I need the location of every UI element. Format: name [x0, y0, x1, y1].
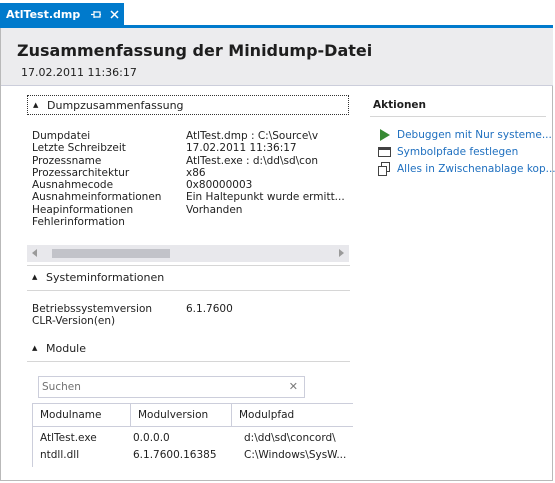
- kv-row: CLR-Version(en): [32, 315, 347, 327]
- cell-module-path: d:\dd\sd\concord\: [244, 432, 336, 444]
- system-info-list: Betriebssystemversion 6.1.7600 CLR-Versio…: [32, 303, 347, 328]
- kv-key: Ausnahmecode: [32, 179, 114, 192]
- kv-value: 17.02.2011 11:36:17: [186, 142, 297, 155]
- kv-value: 6.1.7600: [186, 303, 233, 315]
- close-icon[interactable]: [107, 6, 121, 22]
- actions-title: Aktionen: [373, 99, 427, 111]
- action-label[interactable]: Debuggen mit Nur systeme...: [397, 129, 552, 141]
- kv-value: 0x80000003: [186, 179, 253, 192]
- kv-row: Ausnahmeinformationen Ein Haltepunkt wurd…: [32, 191, 347, 203]
- table-row[interactable]: ntdll.dll 6.1.7600.16385 C:\Windows\SysW…: [33, 447, 353, 463]
- cell-module-name: ntdll.dll: [40, 449, 80, 461]
- kv-key: Letzte Schreibzeit: [32, 142, 126, 155]
- collapse-chevron-icon: ▲: [32, 273, 38, 281]
- collapse-chevron-icon: ▲: [33, 101, 39, 109]
- scroll-left-icon[interactable]: [32, 249, 37, 257]
- document-tab[interactable]: AtlTest.dmp: [0, 3, 124, 25]
- kv-value: Vorhanden: [186, 203, 243, 216]
- kv-row: Ausnahmecode 0x80000003: [32, 179, 347, 191]
- kv-value: x86: [186, 166, 206, 179]
- kv-row: Prozessarchitektur x86: [32, 167, 347, 179]
- folder-icon: [378, 145, 392, 159]
- kv-key: Prozessarchitektur: [32, 166, 130, 179]
- kv-value: AtlTest.dmp : C:\Source\v: [186, 130, 319, 142]
- action-set-symbol-paths[interactable]: Symbolpfade festlegen: [378, 144, 518, 160]
- pin-icon[interactable]: [89, 7, 103, 21]
- module-table: Modulname Modulversion Modulpfad AtlTest…: [32, 403, 353, 467]
- cell-module-version: 0.0.0.0: [133, 432, 170, 444]
- section-divider: [27, 361, 350, 362]
- cell-module-name: AtlTest.exe: [40, 432, 97, 444]
- action-label[interactable]: Alles in Zwischenablage kop...: [397, 163, 555, 175]
- kv-key: Ausnahmeinformationen: [32, 191, 162, 204]
- action-debug-native[interactable]: Debuggen mit Nur systeme...: [378, 127, 552, 143]
- clear-search-icon[interactable]: ✕: [289, 380, 298, 393]
- scrollbar-thumb[interactable]: [52, 249, 170, 258]
- kv-value: AtlTest.exe : d:\dd\sd\con: [186, 154, 319, 167]
- cell-module-path: C:\Windows\SysW...: [244, 449, 347, 461]
- kv-row: Heapinformationen Vorhanden: [32, 204, 347, 216]
- action-copy-all[interactable]: Alles in Zwischenablage kop...: [378, 161, 555, 177]
- section-dump-summary-label: Dumpzusammenfassung: [47, 98, 184, 112]
- page-date: 17.02.2011 11:36:17: [21, 66, 137, 79]
- kv-row: Prozessname AtlTest.exe : d:\dd\sd\con: [32, 155, 347, 167]
- section-dump-summary-header[interactable]: ▲ Dumpzusammenfassung: [27, 95, 349, 115]
- kv-key: CLR-Version(en): [32, 315, 116, 328]
- module-search-input[interactable]: [42, 380, 278, 394]
- kv-key: Dumpdatei: [32, 130, 91, 142]
- module-search-box[interactable]: ✕: [38, 376, 305, 398]
- page-title: Zusammenfassung der Minidump-Datei: [17, 41, 373, 60]
- table-row[interactable]: AtlTest.exe 0.0.0.0 d:\dd\sd\concord\: [33, 430, 353, 446]
- column-header-module-name[interactable]: Modulname: [33, 404, 131, 426]
- dump-summary-list: Dumpdatei AtlTest.dmp : C:\Source\v Letzt…: [32, 130, 347, 228]
- play-icon: [378, 128, 392, 142]
- table-header: Modulname Modulversion Modulpfad: [33, 403, 353, 427]
- kv-row: Dumpdatei AtlTest.dmp : C:\Source\v: [32, 130, 347, 142]
- kv-row: Fehlerinformation: [32, 216, 347, 228]
- collapse-chevron-icon: ▲: [32, 344, 38, 352]
- section-divider: [27, 265, 350, 266]
- tab-strip: AtlTest.dmp: [0, 0, 555, 28]
- column-header-module-path[interactable]: Modulpfad: [232, 404, 353, 426]
- section-modules-header[interactable]: ▲ Module: [27, 338, 86, 358]
- kv-row: Letzte Schreibzeit 17.02.2011 11:36:17: [32, 142, 347, 154]
- kv-key: Prozessname: [32, 154, 102, 167]
- section-system-info-label: Systeminformationen: [46, 270, 165, 284]
- section-system-info-header[interactable]: ▲ Systeminformationen: [27, 267, 164, 287]
- summary-header: Zusammenfassung der Minidump-Datei 17.02…: [1, 28, 553, 86]
- action-label[interactable]: Symbolpfade festlegen: [397, 146, 518, 158]
- section-divider: [27, 290, 350, 291]
- horizontal-scrollbar[interactable]: [27, 245, 349, 262]
- kv-key: Betriebssystemversion: [32, 303, 153, 315]
- kv-value: Ein Haltepunkt wurde ermitt...: [186, 191, 345, 204]
- cell-module-version: 6.1.7600.16385: [133, 449, 217, 461]
- copy-icon: [378, 162, 392, 176]
- kv-row: Betriebssystemversion 6.1.7600: [32, 303, 347, 315]
- kv-key: Fehlerinformation: [32, 216, 125, 229]
- column-header-module-version[interactable]: Modulversion: [131, 404, 232, 426]
- tab-title: AtlTest.dmp: [6, 7, 81, 21]
- scroll-right-icon[interactable]: [339, 249, 344, 257]
- kv-key: Heapinformationen: [32, 203, 134, 216]
- section-modules-label: Module: [46, 341, 86, 355]
- actions-divider: [370, 116, 546, 117]
